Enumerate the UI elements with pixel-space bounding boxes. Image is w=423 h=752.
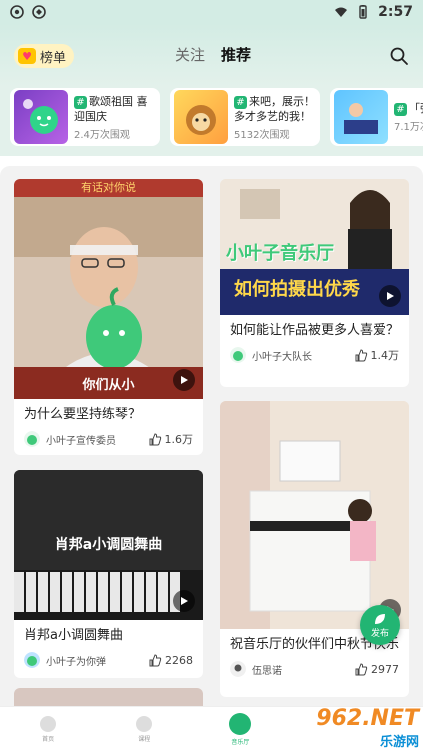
video-card[interactable]: 小叶子音乐厅 如何拍摄出优秀 如何能让作品被更多人喜爱？ 小叶子大队长 1.4万	[220, 179, 409, 387]
video-cover: 肖邦a小调圆舞曲	[14, 470, 203, 620]
like-count: 2977	[371, 662, 399, 676]
avatar[interactable]	[24, 652, 40, 668]
video-card[interactable]: 祝音乐厅的伙伴们中秋节快乐 伍思诺 2977	[220, 401, 409, 697]
leaf-icon	[375, 613, 385, 624]
avatar[interactable]	[230, 661, 246, 677]
rank-button[interactable]: ♥ 榜单	[14, 44, 75, 68]
topic-card[interactable]: #「弹」喜欢的 7.1万次	[330, 88, 423, 146]
thumbs-up-icon	[149, 653, 162, 666]
topic-thumbnail	[334, 90, 388, 144]
course-icon	[136, 716, 153, 732]
like-count: 2268	[165, 653, 193, 667]
like-button[interactable]: 1.6万	[149, 431, 194, 447]
topic-thumbnail	[14, 90, 68, 144]
rank-label: 榜单	[40, 50, 67, 66]
cover-illustration	[14, 197, 203, 399]
author-name[interactable]: 小叶子大队长	[252, 348, 312, 363]
app-notification-icon	[10, 5, 24, 19]
author-name[interactable]: 小叶子为你弹	[46, 653, 106, 668]
feed-tabs: 关注 推荐	[175, 44, 251, 65]
status-right: 2:57	[334, 4, 413, 20]
tab-following[interactable]: 关注	[175, 44, 205, 65]
home-icon	[40, 716, 57, 732]
video-cover	[14, 688, 203, 706]
topic-title: # 歌颂祖国 喜迎国庆	[74, 94, 148, 123]
video-meta: 小叶子宣传委员 1.6万	[14, 425, 203, 455]
topic-views: 5132次围观	[234, 129, 290, 141]
topic-info: #「弹」喜欢的 7.1万次	[394, 101, 423, 133]
clock: 2:57	[378, 4, 413, 20]
thumbs-up-icon	[355, 348, 367, 361]
nav-course[interactable]: 课程	[96, 707, 192, 752]
like-count: 1.4万	[370, 349, 400, 362]
nav-home-label: 首页	[42, 736, 55, 743]
music-note-icon	[229, 713, 252, 735]
play-icon[interactable]	[173, 369, 195, 391]
like-button[interactable]: 2268	[149, 654, 193, 667]
video-card[interactable]: 肖邦a小调圆舞曲 肖邦a小调圆舞曲 小叶子为你弹 2268	[14, 470, 203, 678]
app-header: ♥ 榜单 关注 推荐	[0, 24, 423, 86]
nav-music-hall[interactable]: 音乐厅	[192, 707, 288, 752]
video-meta: 小叶子为你弹 2268	[14, 646, 203, 676]
video-meta: 伍思诺 2977	[220, 655, 409, 685]
video-card[interactable]	[14, 688, 203, 706]
battery-icon	[359, 5, 367, 19]
thumbs-up-icon	[355, 662, 368, 675]
publish-button[interactable]: 发布	[360, 605, 400, 645]
watermark-brand: 962.NET	[316, 706, 419, 731]
topic-info: # 歌颂祖国 喜迎国庆 2.4万次围观	[74, 94, 156, 141]
avatar[interactable]	[24, 431, 40, 447]
video-title: 为什么要坚持练琴？	[24, 407, 142, 422]
status-bar: 2:57	[0, 0, 423, 24]
topic-thumbnail	[174, 90, 228, 144]
cover-caption: 肖邦a小调圆舞曲	[54, 537, 163, 553]
topic-info: # 来吧，展示！多才多艺的我！ 5132次围观	[234, 94, 316, 141]
topic-card[interactable]: # 来吧，展示！多才多艺的我！ 5132次围观	[170, 88, 320, 146]
status-left	[10, 5, 46, 19]
play-icon[interactable]	[173, 590, 195, 612]
topic-strip: # 歌颂祖国 喜迎国庆 2.4万次围观 # 来吧，展示！多才多艺的我！ 5132次围…	[0, 86, 423, 156]
nav-home[interactable]: 首页	[0, 707, 96, 752]
video-title: 肖邦a小调圆舞曲	[24, 628, 123, 643]
video-meta: 小叶子大队长 1.4万	[220, 341, 409, 371]
topic-views: 2.4万次围观	[74, 129, 130, 141]
topic-card[interactable]: # 歌颂祖国 喜迎国庆 2.4万次围观	[10, 88, 160, 146]
cover-illustration	[220, 401, 409, 629]
nav-music-hall-label: 音乐厅	[231, 739, 250, 746]
watermark-sub: 乐游网	[379, 735, 419, 750]
publish-label: 发布	[370, 628, 389, 639]
topic-views: 7.1万次	[394, 122, 423, 133]
cover-caption-secondary: 如何拍摄出优秀	[234, 279, 360, 300]
thumbs-up-icon	[149, 432, 161, 445]
video-cover: 有话对你说 你们从小	[14, 179, 203, 399]
cover-caption-primary: 小叶子音乐厅	[226, 243, 334, 264]
search-icon[interactable]	[389, 46, 409, 66]
author-name[interactable]: 伍思诺	[252, 662, 282, 677]
hash-icon: #	[394, 103, 407, 116]
play-icon[interactable]	[379, 285, 401, 307]
hash-icon: #	[74, 95, 87, 109]
video-title: 如何能让作品被更多人喜爱？	[230, 323, 400, 338]
video-card[interactable]: 有话对你说 你们从小 为什么要坚持练琴？ 小叶子宣传委员 1.6万	[14, 179, 203, 455]
cover-caption-top: 有话对你说	[81, 181, 136, 194]
author-name[interactable]: 小叶子宣传委员	[46, 432, 116, 447]
wifi-icon	[335, 7, 348, 17]
nav-course-label: 课程	[138, 736, 151, 743]
video-cover: 小叶子音乐厅 如何拍摄出优秀	[220, 179, 409, 315]
like-button[interactable]: 1.4万	[355, 347, 400, 363]
video-cover	[220, 401, 409, 629]
like-button[interactable]: 2977	[355, 663, 399, 676]
topic-title: # 来吧，展示！多才多艺的我！	[234, 94, 315, 123]
topic-title: #「弹」喜欢的	[394, 101, 423, 116]
avatar[interactable]	[230, 347, 246, 363]
sync-notification-icon	[32, 5, 46, 19]
heart-icon: ♥	[18, 48, 36, 64]
hash-icon: #	[234, 95, 247, 109]
like-count: 1.6万	[164, 433, 194, 446]
watermark-logo: 962.NET 乐游网	[279, 706, 419, 750]
tab-recommended[interactable]: 推荐	[221, 44, 251, 65]
